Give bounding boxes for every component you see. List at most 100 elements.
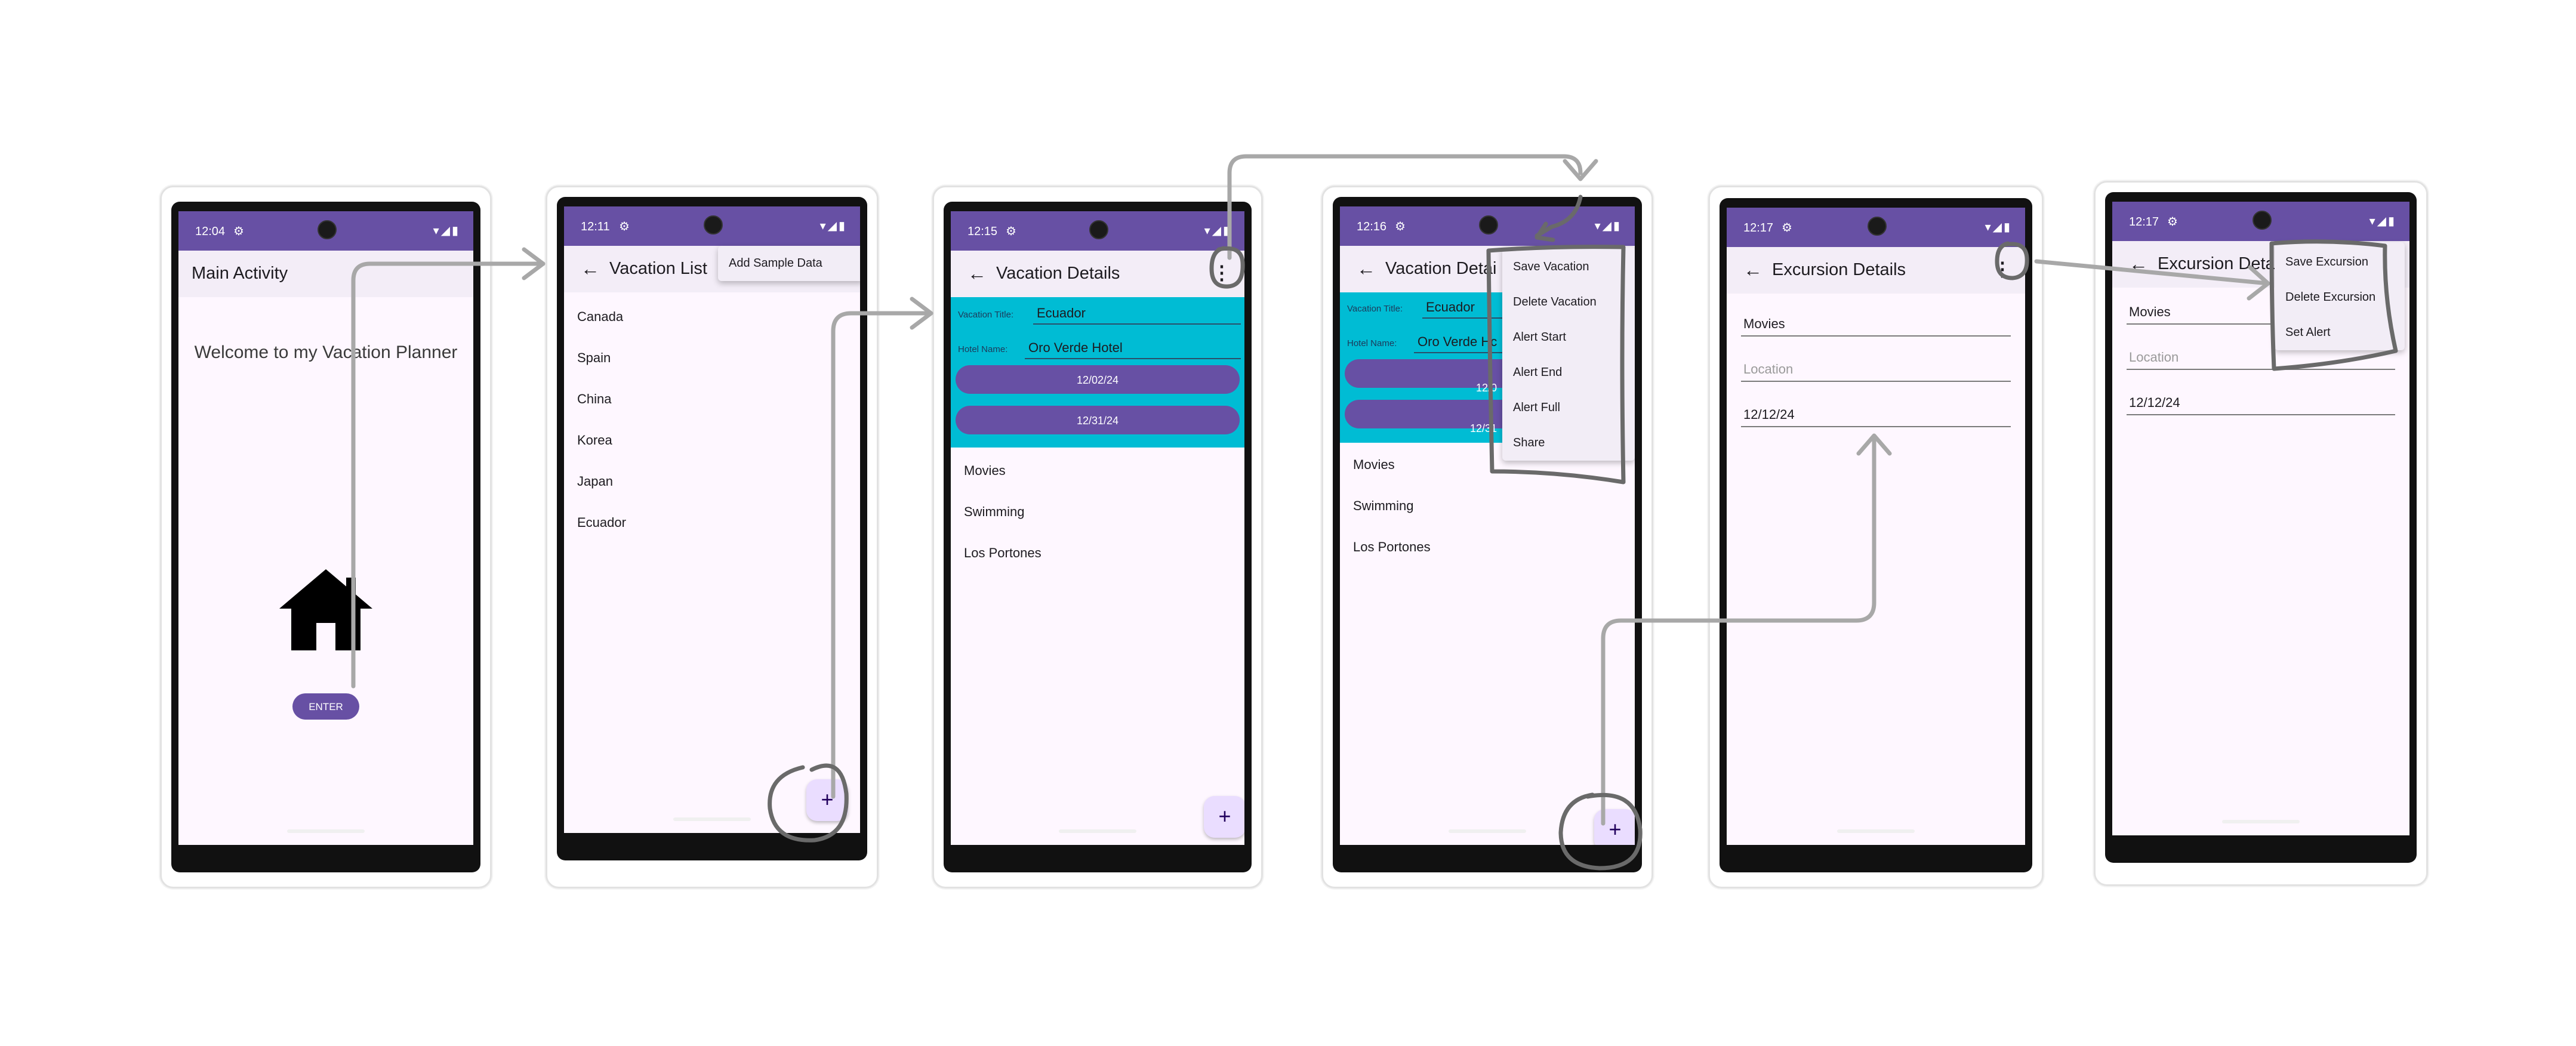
nav-handle[interactable] — [287, 829, 365, 833]
excursion-date-value: 12/12/24 — [2129, 395, 2180, 410]
list-item[interactable]: Los Portones — [1340, 526, 1635, 567]
screen-main-activity: 12:04 ⚙ ▾◢▮ Main Activity Welcome to my … — [178, 211, 473, 845]
camera-cutout — [318, 220, 337, 239]
settings-icon: ⚙ — [1782, 221, 1792, 234]
settings-icon: ⚙ — [1006, 225, 1016, 238]
excursion-date-field[interactable]: 12/12/24 — [2127, 382, 2395, 415]
page-title: Vacation List — [609, 259, 707, 278]
status-icons: ▾◢▮ — [1985, 221, 2012, 234]
enter-button[interactable]: ENTER — [292, 693, 359, 720]
location-placeholder: Location — [2129, 350, 2179, 365]
overflow-menu: Save Vacation Delete Vacation Alert Star… — [1502, 247, 1635, 461]
screen-vacation-details-menu: 12:16 ⚙ ▾◢▮ ← Vacation Detai Vacation Ti… — [1340, 206, 1635, 845]
status-time: 12:17 — [1743, 221, 1774, 234]
vacation-title-label: Vacation Title: — [958, 310, 1014, 320]
arrow-head — [522, 247, 546, 280]
excursion-name-value: Movies — [2129, 304, 2171, 319]
settings-icon: ⚙ — [233, 225, 244, 238]
status-icons: ▾◢▮ — [1594, 220, 1622, 233]
status-bar: 12:17 ⚙ ▾◢▮ — [1727, 208, 2025, 247]
list-item[interactable]: Swimming — [1340, 485, 1635, 526]
back-arrow-icon[interactable]: ← — [967, 263, 987, 285]
status-icons: ▾◢▮ — [2369, 215, 2396, 228]
vacation-list: Canada Spain China Korea Japan Ecuador — [564, 296, 860, 543]
phone-vacation-details: 12:15 ⚙ ▾◢▮ ← Vacation Details ⋮ Vacatio… — [932, 186, 1263, 888]
start-date-text: 12/0 — [1476, 382, 1497, 394]
nav-handle[interactable] — [1449, 829, 1526, 833]
excursion-list: Movies Swimming Los Portones — [951, 450, 1244, 573]
vacation-form: Vacation Title: Ecuador Hotel Name: Oro … — [951, 297, 1244, 448]
menu-item-save-excursion[interactable]: Save Excursion — [2275, 245, 2405, 280]
menu-item-alert-full[interactable]: Alert Full — [1502, 390, 1635, 425]
phone-vacation-details-menu: 12:16 ⚙ ▾◢▮ ← Vacation Detai Vacation Ti… — [1321, 186, 1653, 888]
list-item[interactable]: Korea — [564, 419, 860, 461]
status-bar: 12:11 ⚙ ▾◢▮ — [564, 206, 860, 246]
list-item[interactable]: Japan — [564, 461, 860, 502]
add-excursion-button[interactable]: + — [1594, 809, 1635, 845]
status-bar: 12:17 ⚙ ▾◢▮ — [2112, 202, 2409, 241]
screen-excursion-details: 12:17 ⚙ ▾◢▮ ← Excursion Details ⋮ Movies… — [1727, 208, 2025, 845]
excursion-date-value: 12/12/24 — [1743, 407, 1795, 422]
more-options-icon[interactable]: ⋮ — [1993, 258, 2012, 280]
page-title: Excursion Detai — [2158, 254, 2279, 273]
list-item[interactable]: Swimming — [951, 491, 1244, 532]
menu-item-alert-start[interactable]: Alert Start — [1502, 320, 1635, 355]
hotel-name-label: Hotel Name: — [958, 344, 1008, 354]
settings-icon: ⚙ — [619, 220, 630, 233]
nav-handle[interactable] — [1837, 829, 1915, 833]
camera-cutout — [1868, 217, 1887, 236]
back-arrow-icon[interactable]: ← — [2129, 253, 2148, 275]
nav-handle[interactable] — [1059, 829, 1136, 833]
status-icons: ▾◢▮ — [819, 220, 847, 233]
hotel-name-input[interactable]: Oro Verde Hc — [1418, 334, 1497, 350]
back-arrow-icon[interactable]: ← — [581, 258, 600, 280]
excursion-list: Movies Swimming Los Portones — [1340, 444, 1635, 567]
list-item[interactable]: Spain — [564, 337, 860, 378]
vacation-title-input[interactable]: Ecuador — [1426, 300, 1475, 315]
list-item[interactable]: China — [564, 378, 860, 419]
app-bar: Main Activity — [178, 251, 473, 297]
camera-cutout — [2253, 211, 2272, 230]
phone-excursion-details-menu: 12:17 ⚙ ▾◢▮ ← Excursion Detai Movies Loc… — [2094, 181, 2428, 886]
list-item[interactable]: Canada — [564, 296, 860, 337]
status-icons: ▾◢▮ — [433, 224, 460, 237]
hotel-name-field: Hotel Name: Oro Verde Hotel — [958, 335, 1241, 359]
screen-excursion-details-menu: 12:17 ⚙ ▾◢▮ ← Excursion Detai Movies Loc… — [2112, 202, 2409, 835]
excursion-name-field[interactable]: Movies — [1741, 303, 2011, 337]
end-date-button[interactable]: 12/31/24 — [956, 406, 1240, 434]
add-excursion-button[interactable]: + — [1204, 796, 1244, 838]
camera-cutout — [1479, 215, 1498, 234]
camera-cutout — [1089, 220, 1108, 239]
status-time: 12:11 — [581, 220, 610, 233]
more-options-icon[interactable]: ⋮ — [1212, 261, 1231, 284]
menu-item-save-vacation[interactable]: Save Vacation — [1502, 249, 1635, 285]
menu-item-alert-end[interactable]: Alert End — [1502, 355, 1635, 390]
menu-item-delete-excursion[interactable]: Delete Excursion — [2275, 280, 2405, 315]
nav-handle[interactable] — [2222, 820, 2300, 823]
menu-item-set-alert[interactable]: Set Alert — [2275, 315, 2405, 350]
add-vacation-button[interactable]: + — [806, 779, 848, 821]
list-item[interactable]: Ecuador — [564, 502, 860, 543]
vacation-title-input[interactable]: Ecuador — [1037, 306, 1086, 321]
phone-main-activity: 12:04 ⚙ ▾◢▮ Main Activity Welcome to my … — [160, 186, 492, 888]
back-arrow-icon[interactable]: ← — [1357, 258, 1376, 280]
phone-vacation-list: 12:11 ⚙ ▾◢▮ ← Vacation List Add Sample D… — [546, 186, 879, 888]
back-arrow-icon[interactable]: ← — [1743, 259, 1762, 281]
excursion-date-field[interactable]: 12/12/24 — [1741, 394, 2011, 427]
nav-handle[interactable] — [673, 817, 751, 821]
status-bar: 12:04 ⚙ ▾◢▮ — [178, 211, 473, 251]
list-item[interactable]: Movies — [951, 450, 1244, 491]
arrow-head — [1563, 159, 1598, 181]
overflow-menu: Add Sample Data — [718, 246, 860, 281]
menu-item-share[interactable]: Share — [1502, 425, 1635, 461]
status-bar: 12:15 ⚙ ▾◢▮ — [951, 211, 1244, 251]
menu-item-delete-vacation[interactable]: Delete Vacation — [1502, 285, 1635, 320]
start-date-button[interactable]: 12/02/24 — [956, 365, 1240, 394]
location-field[interactable]: Location — [1741, 348, 2011, 382]
menu-item-add-sample-data[interactable]: Add Sample Data — [718, 246, 860, 281]
list-item[interactable]: Los Portones — [951, 532, 1244, 573]
location-placeholder: Location — [1743, 362, 1794, 377]
status-icons: ▾◢▮ — [1204, 224, 1231, 237]
field-underline — [1033, 323, 1241, 325]
hotel-name-input[interactable]: Oro Verde Hotel — [1028, 340, 1123, 356]
